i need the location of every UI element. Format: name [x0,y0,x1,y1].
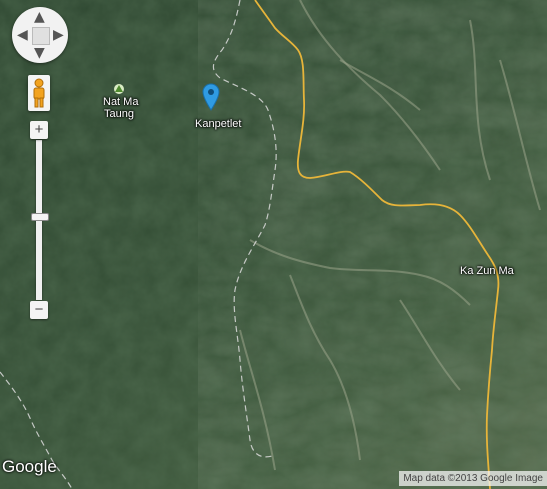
zoom-out-button[interactable]: − [30,301,48,319]
satellite-terrain [0,0,547,489]
park-icon [114,84,124,94]
map-attribution[interactable]: Map data ©2013 Google Image [399,471,547,486]
pan-center-icon [32,27,50,45]
street-view-pegman[interactable] [28,75,50,111]
pan-up-icon[interactable]: ▲ [34,10,45,24]
pan-down-icon[interactable]: ▼ [34,46,45,60]
pan-control[interactable]: ▲ ◀ ▶ ▼ [12,7,68,63]
pegman-icon [33,78,45,108]
google-logo[interactable]: Google [2,457,57,477]
place-label-kanpetlet[interactable]: Kanpetlet [195,118,241,130]
pan-left-icon[interactable]: ◀ [17,28,28,42]
pan-right-icon[interactable]: ▶ [53,28,64,42]
place-label-nat-ma-taung: Nat Ma [103,96,139,108]
place-label-nat-ma-taung-2: Taung [104,108,134,120]
zoom-in-button[interactable]: + [30,121,48,139]
zoom-slider-handle[interactable] [31,213,49,221]
map-canvas[interactable]: ▲ ◀ ▶ ▼ + − Nat Ma Taung Kanpetlet Ka Zu… [0,0,547,489]
map-pin-icon[interactable] [202,83,220,111]
place-label-ka-zun-ma: Ka Zun Ma [460,265,514,277]
